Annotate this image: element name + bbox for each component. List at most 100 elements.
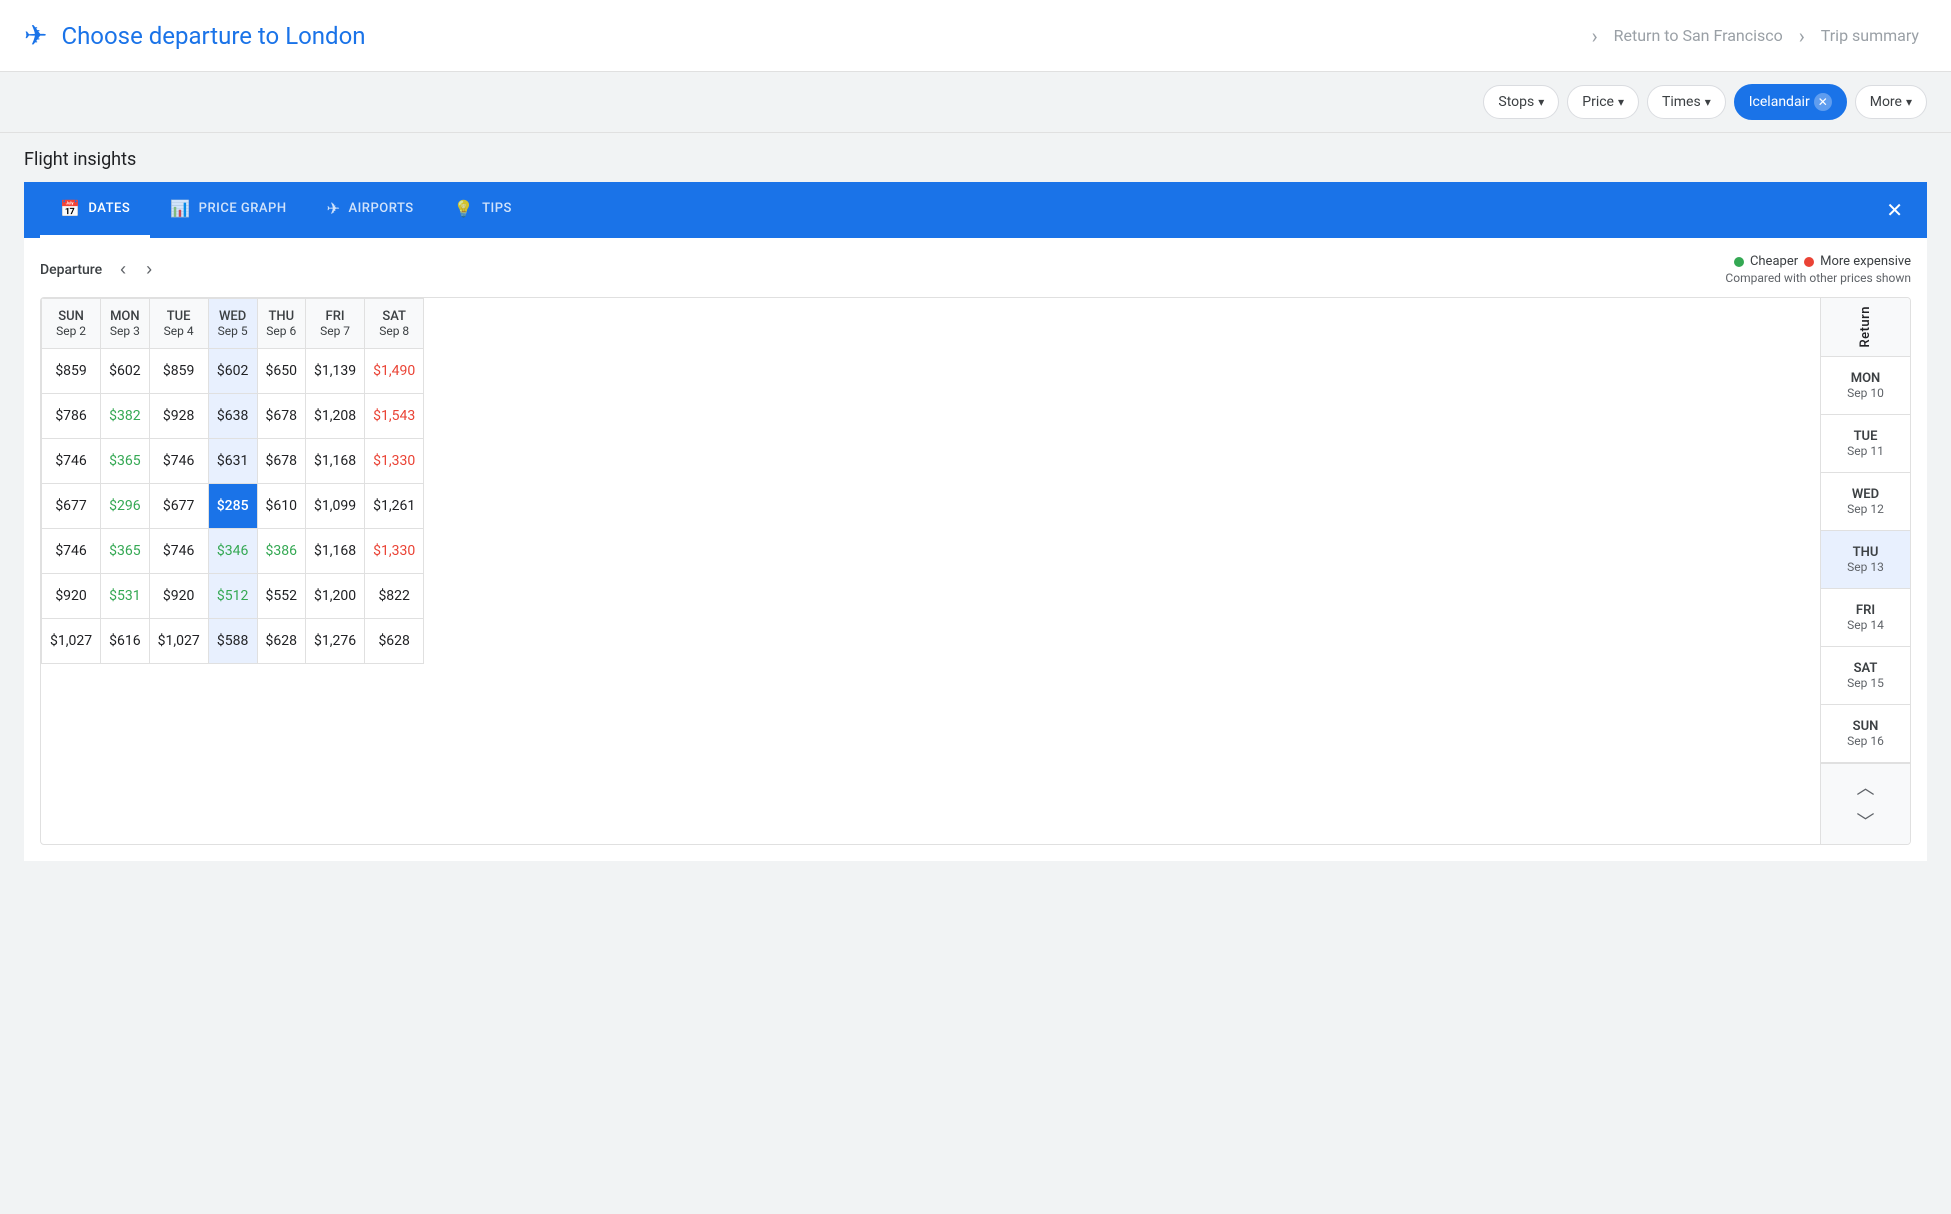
header-steps: › Return to San Francisco › Trip summary — [1584, 24, 1927, 48]
step-divider-2: › — [1799, 24, 1805, 48]
airline-filter-button[interactable]: Icelandair ✕ — [1734, 84, 1847, 120]
col-sat: SAT Sep 8 — [365, 299, 424, 349]
price-cell[interactable]: $1,168 — [306, 529, 365, 574]
return-down-arrow[interactable]: ﹀ — [1855, 806, 1877, 836]
price-filter-button[interactable]: Price ▾ — [1567, 85, 1639, 119]
price-cell[interactable]: $346 — [208, 529, 257, 574]
price-cell[interactable]: $631 — [208, 439, 257, 484]
col-mon: MON Sep 3 — [101, 299, 149, 349]
price-cell[interactable]: $610 — [257, 484, 305, 529]
stops-chevron-icon: ▾ — [1538, 95, 1544, 109]
price-cell[interactable]: $920 — [149, 574, 208, 619]
step-return[interactable]: Return to San Francisco — [1606, 26, 1791, 45]
price-cell[interactable]: $602 — [101, 349, 149, 394]
price-cell[interactable]: $296 — [101, 484, 149, 529]
airline-close-icon[interactable]: ✕ — [1814, 93, 1832, 111]
tab-tips[interactable]: 💡 TIPS — [434, 182, 532, 238]
price-cell[interactable]: $746 — [42, 439, 101, 484]
insights-title: Flight insights — [24, 149, 1927, 170]
col-sun: SUN Sep 2 — [42, 299, 101, 349]
times-filter-button[interactable]: Times ▾ — [1647, 85, 1726, 119]
tab-price-graph-label: PRICE GRAPH — [199, 201, 287, 216]
more-chevron-icon: ▾ — [1906, 95, 1912, 109]
step-summary[interactable]: Trip summary — [1813, 26, 1927, 45]
price-cell[interactable]: $1,200 — [306, 574, 365, 619]
price-cell[interactable]: $677 — [42, 484, 101, 529]
tab-price-graph[interactable]: 📊 PRICE GRAPH — [150, 182, 306, 238]
price-cell[interactable]: $1,168 — [306, 439, 365, 484]
price-chevron-icon: ▾ — [1618, 95, 1624, 109]
return-date-cell[interactable]: TUESep 11 — [1821, 415, 1910, 473]
price-cell[interactable]: $1,027 — [42, 619, 101, 664]
price-cell[interactable]: $1,208 — [306, 394, 365, 439]
return-date-cell[interactable]: FRISep 14 — [1821, 589, 1910, 647]
return-header: Return — [1821, 298, 1910, 357]
prev-arrow[interactable]: ‹ — [114, 257, 132, 282]
table-row: $1,027$616$1,027$588$628$1,276$628 — [42, 619, 424, 664]
price-cell[interactable]: $531 — [101, 574, 149, 619]
price-cell[interactable]: $588 — [208, 619, 257, 664]
price-cell[interactable]: $602 — [208, 349, 257, 394]
price-cell[interactable]: $1,330 — [365, 439, 424, 484]
price-cell[interactable]: $1,139 — [306, 349, 365, 394]
page-header: ✈ Choose departure to London › Return to… — [0, 0, 1951, 72]
price-cell[interactable]: $628 — [257, 619, 305, 664]
price-cell[interactable]: $928 — [149, 394, 208, 439]
return-up-arrow[interactable]: ︿ — [1855, 772, 1877, 802]
price-cell[interactable]: $365 — [101, 439, 149, 484]
tab-airports[interactable]: ✈ AIRPORTS — [307, 182, 434, 238]
price-cell[interactable]: $1,276 — [306, 619, 365, 664]
cheaper-label: Cheaper — [1750, 254, 1798, 269]
step-divider-1: › — [1592, 24, 1598, 48]
return-date-cell[interactable]: SUNSep 16 — [1821, 705, 1910, 763]
price-cell[interactable]: $1,099 — [306, 484, 365, 529]
price-cell[interactable]: $786 — [42, 394, 101, 439]
legend: Cheaper More expensive Compared with oth… — [1725, 254, 1911, 285]
grid-header-row: Departure ‹ › Cheaper More expensive Com… — [40, 254, 1911, 285]
next-arrow[interactable]: › — [140, 257, 158, 282]
stops-filter-button[interactable]: Stops ▾ — [1483, 85, 1559, 119]
price-cell[interactable]: $822 — [365, 574, 424, 619]
price-cell[interactable]: $1,490 — [365, 349, 424, 394]
legend-subtitle: Compared with other prices shown — [1725, 271, 1911, 285]
price-cell[interactable]: $650 — [257, 349, 305, 394]
legend-cheaper-row: Cheaper More expensive — [1734, 254, 1911, 269]
price-cell[interactable]: $386 — [257, 529, 305, 574]
price-cell[interactable]: $746 — [42, 529, 101, 574]
price-cell[interactable]: $678 — [257, 439, 305, 484]
return-date-cell[interactable]: THUSep 13 — [1821, 531, 1910, 589]
departure-label: Departure — [40, 262, 102, 278]
return-date-cell[interactable]: MONSep 10 — [1821, 357, 1910, 415]
tab-dates-label: DATES — [88, 201, 130, 216]
price-cell[interactable]: $552 — [257, 574, 305, 619]
return-date-cell[interactable]: WEDSep 12 — [1821, 473, 1910, 531]
price-cell[interactable]: $677 — [149, 484, 208, 529]
price-cell[interactable]: $382 — [101, 394, 149, 439]
price-cell[interactable]: $678 — [257, 394, 305, 439]
price-cell[interactable]: $859 — [149, 349, 208, 394]
tips-icon: 💡 — [454, 199, 474, 218]
price-cell[interactable]: $746 — [149, 529, 208, 574]
price-cell[interactable]: $512 — [208, 574, 257, 619]
price-cell[interactable]: $746 — [149, 439, 208, 484]
price-cell[interactable]: $859 — [42, 349, 101, 394]
price-cell[interactable]: $285 — [208, 484, 257, 529]
price-cell[interactable]: $1,261 — [365, 484, 424, 529]
price-cell[interactable]: $1,027 — [149, 619, 208, 664]
calendar-icon: 📅 — [60, 199, 80, 218]
price-cell[interactable]: $920 — [42, 574, 101, 619]
more-filter-button[interactable]: More ▾ — [1855, 85, 1927, 119]
expensive-dot — [1804, 257, 1814, 267]
price-cell[interactable]: $638 — [208, 394, 257, 439]
tab-dates[interactable]: 📅 DATES — [40, 182, 150, 238]
price-cell[interactable]: $1,330 — [365, 529, 424, 574]
return-rows: MONSep 10TUESep 11WEDSep 12THUSep 13FRIS… — [1821, 357, 1910, 763]
price-cell[interactable]: $616 — [101, 619, 149, 664]
col-wed: WED Sep 5 — [208, 299, 257, 349]
price-cell[interactable]: $628 — [365, 619, 424, 664]
return-date-cell[interactable]: SATSep 15 — [1821, 647, 1910, 705]
insights-close-icon[interactable]: ✕ — [1878, 190, 1911, 230]
price-cell[interactable]: $1,543 — [365, 394, 424, 439]
price-cell[interactable]: $365 — [101, 529, 149, 574]
chart-icon: 📊 — [170, 199, 190, 218]
